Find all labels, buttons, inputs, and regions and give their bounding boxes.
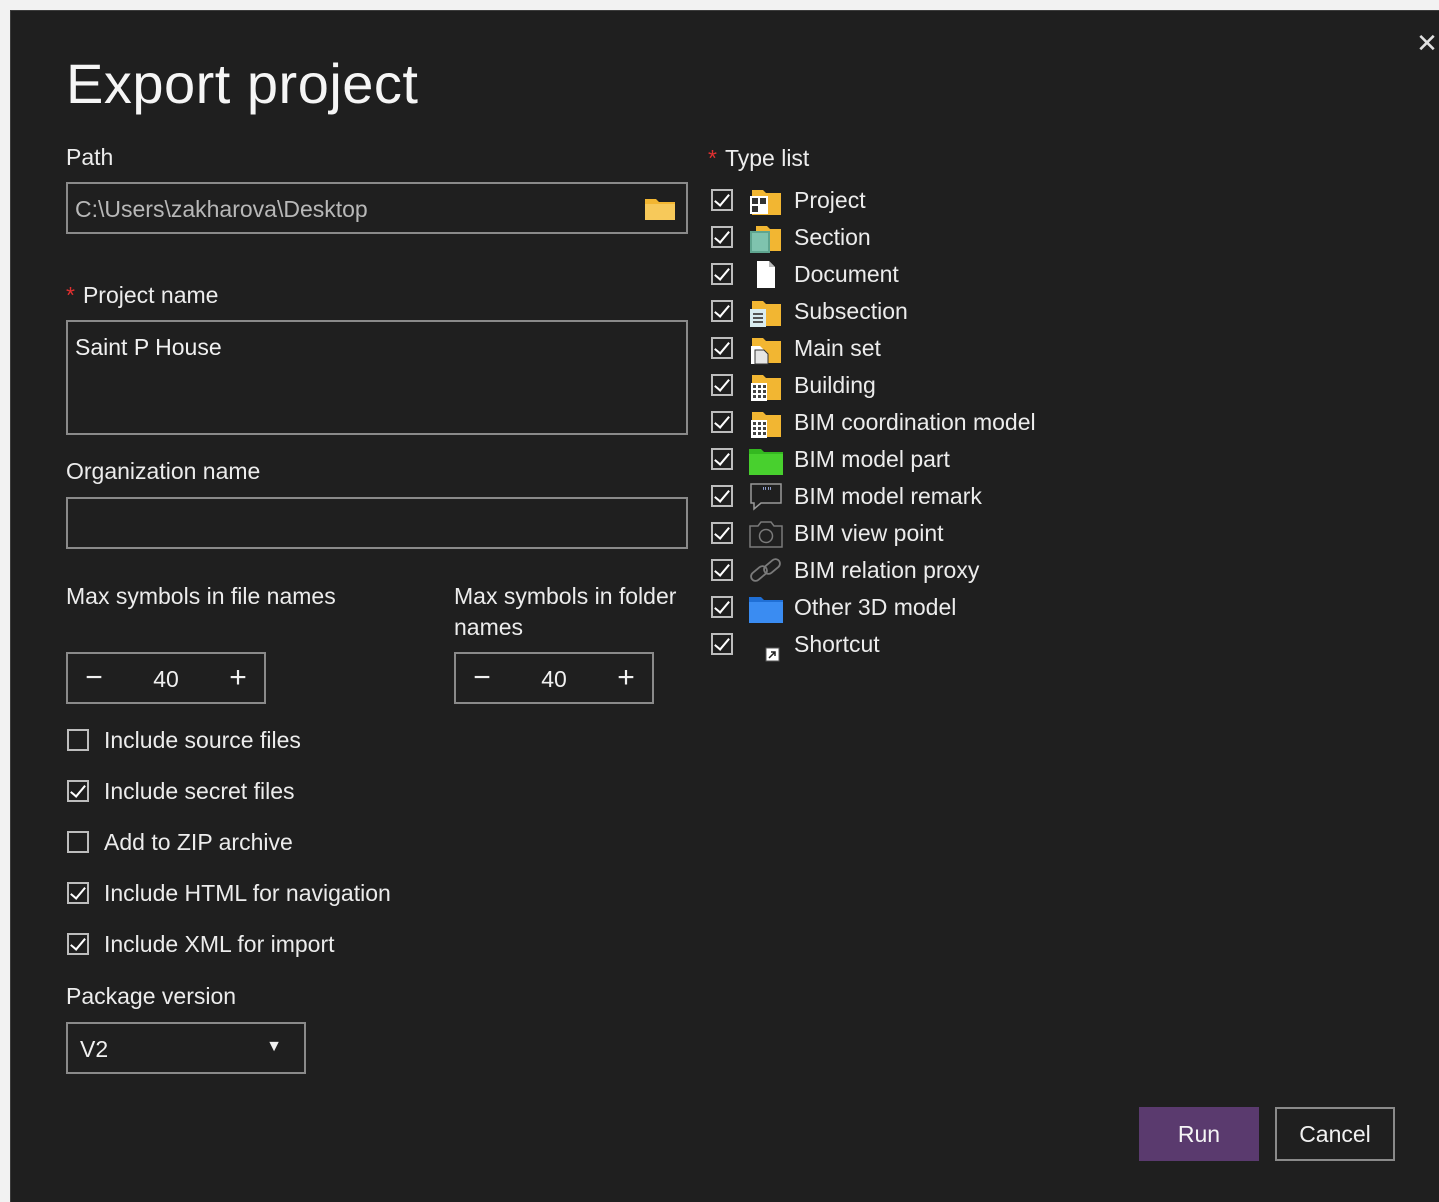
required-mark: * [66, 282, 75, 308]
type-checkbox[interactable] [711, 300, 733, 322]
type-item-main-set: Main set [711, 332, 1111, 369]
type-item-label: Other 3D model [794, 594, 957, 620]
project-name-label: * Project name [66, 282, 219, 308]
section-icon [750, 226, 781, 253]
type-item-label: BIM coordination model [794, 409, 1036, 435]
blue-folder-icon [749, 597, 783, 623]
type-item-bim-model-part: BIM model part [711, 443, 1111, 480]
type-item-bim-view-point: BIM view point [711, 517, 1111, 554]
type-item-label: Section [794, 224, 871, 250]
type-checkbox[interactable] [711, 226, 733, 248]
subsection-folder-icon [750, 301, 781, 327]
bim-coordination-folder-icon [751, 412, 781, 438]
folder-icon[interactable] [644, 195, 676, 221]
type-checkbox[interactable] [711, 374, 733, 396]
include-xml-checkbox[interactable] [67, 933, 89, 955]
type-checkbox[interactable] [711, 596, 733, 618]
document-icon [757, 261, 775, 288]
type-list-label: * Type list [708, 145, 810, 171]
organization-name-label: Organization name [66, 458, 261, 484]
type-item-subsection: Subsection [711, 295, 1111, 332]
type-checkbox[interactable] [711, 411, 733, 433]
type-item-label: BIM model remark [794, 483, 982, 509]
type-checkbox[interactable] [711, 263, 733, 285]
speech-bubble-icon: " " [750, 483, 782, 511]
type-item-bim-model-remark: " " BIM model remark [711, 480, 1111, 517]
chevron-down-icon: ▼ [266, 1038, 282, 1055]
link-icon [750, 558, 781, 582]
include-html-label: Include HTML for navigation [104, 880, 391, 906]
increment-button[interactable]: + [610, 662, 642, 694]
type-item-label: Building [794, 372, 876, 398]
type-item-shortcut: Shortcut [711, 628, 1111, 665]
type-checkbox[interactable] [711, 337, 733, 359]
green-folder-icon [749, 449, 783, 475]
type-item-bim-relation-proxy: BIM relation proxy [711, 554, 1111, 591]
project-name-value: Saint P House [75, 334, 222, 360]
type-item-label: Project [794, 187, 866, 213]
dialog-title: Export project [66, 52, 419, 115]
svg-text:": " [767, 485, 772, 498]
type-item-label: Document [794, 261, 899, 287]
type-checkbox[interactable] [711, 448, 733, 470]
type-item-label: BIM view point [794, 520, 944, 546]
type-item-other-3d-model: Other 3D model [711, 591, 1111, 628]
type-checkbox[interactable] [711, 633, 733, 655]
add-to-zip-checkbox[interactable] [67, 831, 89, 853]
type-item-section: Section [711, 221, 1111, 258]
type-item-document: Document [711, 258, 1111, 295]
type-item-label: Shortcut [794, 631, 880, 657]
type-checkbox[interactable] [711, 522, 733, 544]
package-version-select[interactable]: V2 ▼ [66, 1022, 306, 1074]
type-checkbox[interactable] [711, 559, 733, 581]
path-input[interactable]: C:\Users\zakharova\Desktop [66, 182, 688, 234]
type-item-label: Subsection [794, 298, 908, 324]
camera-icon [749, 521, 783, 548]
package-version-label: Package version [66, 983, 237, 1009]
include-source-files-checkbox[interactable] [67, 729, 89, 751]
max-file-symbols-label: Max symbols in file names [66, 583, 336, 609]
type-item-project: Project [711, 184, 1111, 221]
required-mark: * [708, 145, 717, 171]
include-xml-label: Include XML for import [104, 931, 335, 957]
project-name-input[interactable]: Saint P House [66, 320, 688, 435]
type-item-bim-coordination-model: BIM coordination model [711, 406, 1111, 443]
type-checkbox[interactable] [711, 189, 733, 211]
path-label: Path [66, 144, 114, 170]
include-secret-files-label: Include secret files [104, 778, 295, 804]
main-set-folder-icon [751, 338, 781, 365]
package-version-value: V2 [80, 1036, 109, 1062]
max-folder-symbols-label: Max symbols in folder names [454, 583, 677, 640]
type-item-label: BIM relation proxy [794, 557, 980, 583]
organization-name-input[interactable] [66, 497, 688, 549]
increment-button[interactable]: + [222, 662, 254, 694]
project-folder-icon [750, 190, 781, 215]
type-checkbox[interactable] [711, 485, 733, 507]
max-folder-symbols-stepper: − 40 + [454, 652, 654, 704]
add-to-zip-label: Add to ZIP archive [104, 829, 293, 855]
type-item-label: Main set [794, 335, 881, 361]
path-value: C:\Users\zakharova\Desktop [75, 196, 368, 222]
max-file-symbols-stepper: − 40 + [66, 652, 266, 704]
type-item-building: Building [711, 369, 1111, 406]
export-project-dialog: ✕ Export project Path C:\Users\zakharova… [10, 10, 1439, 1202]
shortcut-icon [765, 647, 780, 662]
include-html-checkbox[interactable] [67, 882, 89, 904]
include-source-files-label: Include source files [104, 727, 301, 753]
run-button[interactable]: Run [1139, 1107, 1259, 1161]
close-icon[interactable]: ✕ [1415, 30, 1439, 56]
type-item-label: BIM model part [794, 446, 950, 472]
cancel-button[interactable]: Cancel [1275, 1107, 1395, 1161]
include-secret-files-checkbox[interactable] [67, 780, 89, 802]
building-folder-icon [751, 375, 781, 401]
